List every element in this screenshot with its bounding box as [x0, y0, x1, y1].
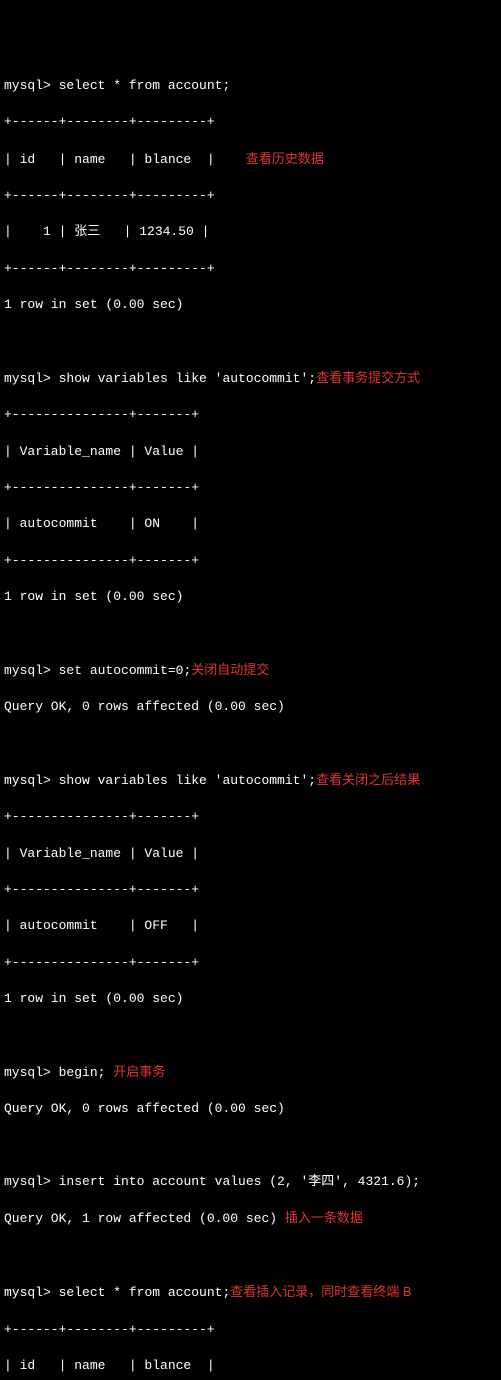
- prompt: mysql>: [4, 773, 51, 788]
- blank-line: [4, 332, 497, 350]
- table-border: +---------------+-------+: [4, 954, 497, 972]
- terminal-line: Query OK, 1 row affected (0.00 sec) 插入一条…: [4, 1209, 497, 1228]
- terminal-line: mysql> show variables like 'autocommit';…: [4, 369, 497, 388]
- blank-line: [4, 1247, 497, 1265]
- query-text: show variables like 'autocommit';: [59, 371, 316, 386]
- table-border: +------+--------+---------+: [4, 1321, 497, 1339]
- annotation-text: 开启事务: [113, 1064, 165, 1079]
- prompt: mysql>: [4, 663, 51, 678]
- blank-line: [4, 1137, 497, 1155]
- table-row: | autocommit | OFF |: [4, 917, 497, 935]
- table-header: | id | name | blance |: [4, 152, 215, 167]
- terminal-line: mysql> select * from account;查看插入记录，同时查看…: [4, 1283, 497, 1302]
- annotation-text: 查看事务提交方式: [316, 370, 420, 385]
- table-border: +------+--------+---------+: [4, 187, 497, 205]
- annotation-text: 查看历史数据: [246, 151, 324, 166]
- table-border: +---------------+-------+: [4, 881, 497, 899]
- query-text: show variables like 'autocommit';: [59, 773, 316, 788]
- table-border: +---------------+-------+: [4, 552, 497, 570]
- table-border: +---------------+-------+: [4, 808, 497, 826]
- blank-line: [4, 1027, 497, 1045]
- terminal-line: mysql> select * from account;: [4, 77, 497, 95]
- query-text: begin;: [59, 1065, 106, 1080]
- annotation-text: 查看插入记录，同时查看终端 B: [230, 1284, 411, 1299]
- terminal-line: | id | name | blance | 查看历史数据: [4, 150, 497, 169]
- result-text: Query OK, 0 rows affected (0.00 sec): [4, 1100, 497, 1118]
- prompt: mysql>: [4, 1285, 51, 1300]
- table-header: | Variable_name | Value |: [4, 845, 497, 863]
- result-footer: 1 row in set (0.00 sec): [4, 588, 497, 606]
- terminal-line: mysql> set autocommit=0;关闭自动提交: [4, 661, 497, 680]
- terminal-line: mysql> begin; 开启事务: [4, 1063, 497, 1082]
- query-text: select * from account;: [59, 1285, 231, 1300]
- table-header: | id | name | blance |: [4, 1357, 497, 1375]
- table-border: +---------------+-------+: [4, 479, 497, 497]
- result-text: Query OK, 1 row affected (0.00 sec): [4, 1211, 277, 1226]
- query-text: select * from account;: [59, 78, 231, 93]
- table-header: | Variable_name | Value |: [4, 443, 497, 461]
- prompt: mysql>: [4, 371, 51, 386]
- annotation-text: 插入一条数据: [285, 1210, 363, 1225]
- table-row: | autocommit | ON |: [4, 515, 497, 533]
- prompt: mysql>: [4, 78, 51, 93]
- result-footer: 1 row in set (0.00 sec): [4, 296, 497, 314]
- query-text: insert into account values (2, '李四', 432…: [59, 1174, 420, 1189]
- annotation-text: 查看关闭之后结果: [316, 772, 420, 787]
- terminal-line: mysql> show variables like 'autocommit';…: [4, 771, 497, 790]
- result-text: Query OK, 0 rows affected (0.00 sec): [4, 698, 497, 716]
- blank-line: [4, 624, 497, 642]
- query-text: set autocommit=0;: [59, 663, 192, 678]
- table-border: +------+--------+---------+: [4, 113, 497, 131]
- annotation-text: 关闭自动提交: [191, 662, 269, 677]
- result-footer: 1 row in set (0.00 sec): [4, 990, 497, 1008]
- blank-line: [4, 735, 497, 753]
- prompt: mysql>: [4, 1065, 51, 1080]
- table-border: +---------------+-------+: [4, 406, 497, 424]
- table-row: | 1 | 张三 | 1234.50 |: [4, 223, 497, 241]
- prompt: mysql>: [4, 1174, 51, 1189]
- terminal-line: mysql> insert into account values (2, '李…: [4, 1173, 497, 1191]
- table-border: +------+--------+---------+: [4, 260, 497, 278]
